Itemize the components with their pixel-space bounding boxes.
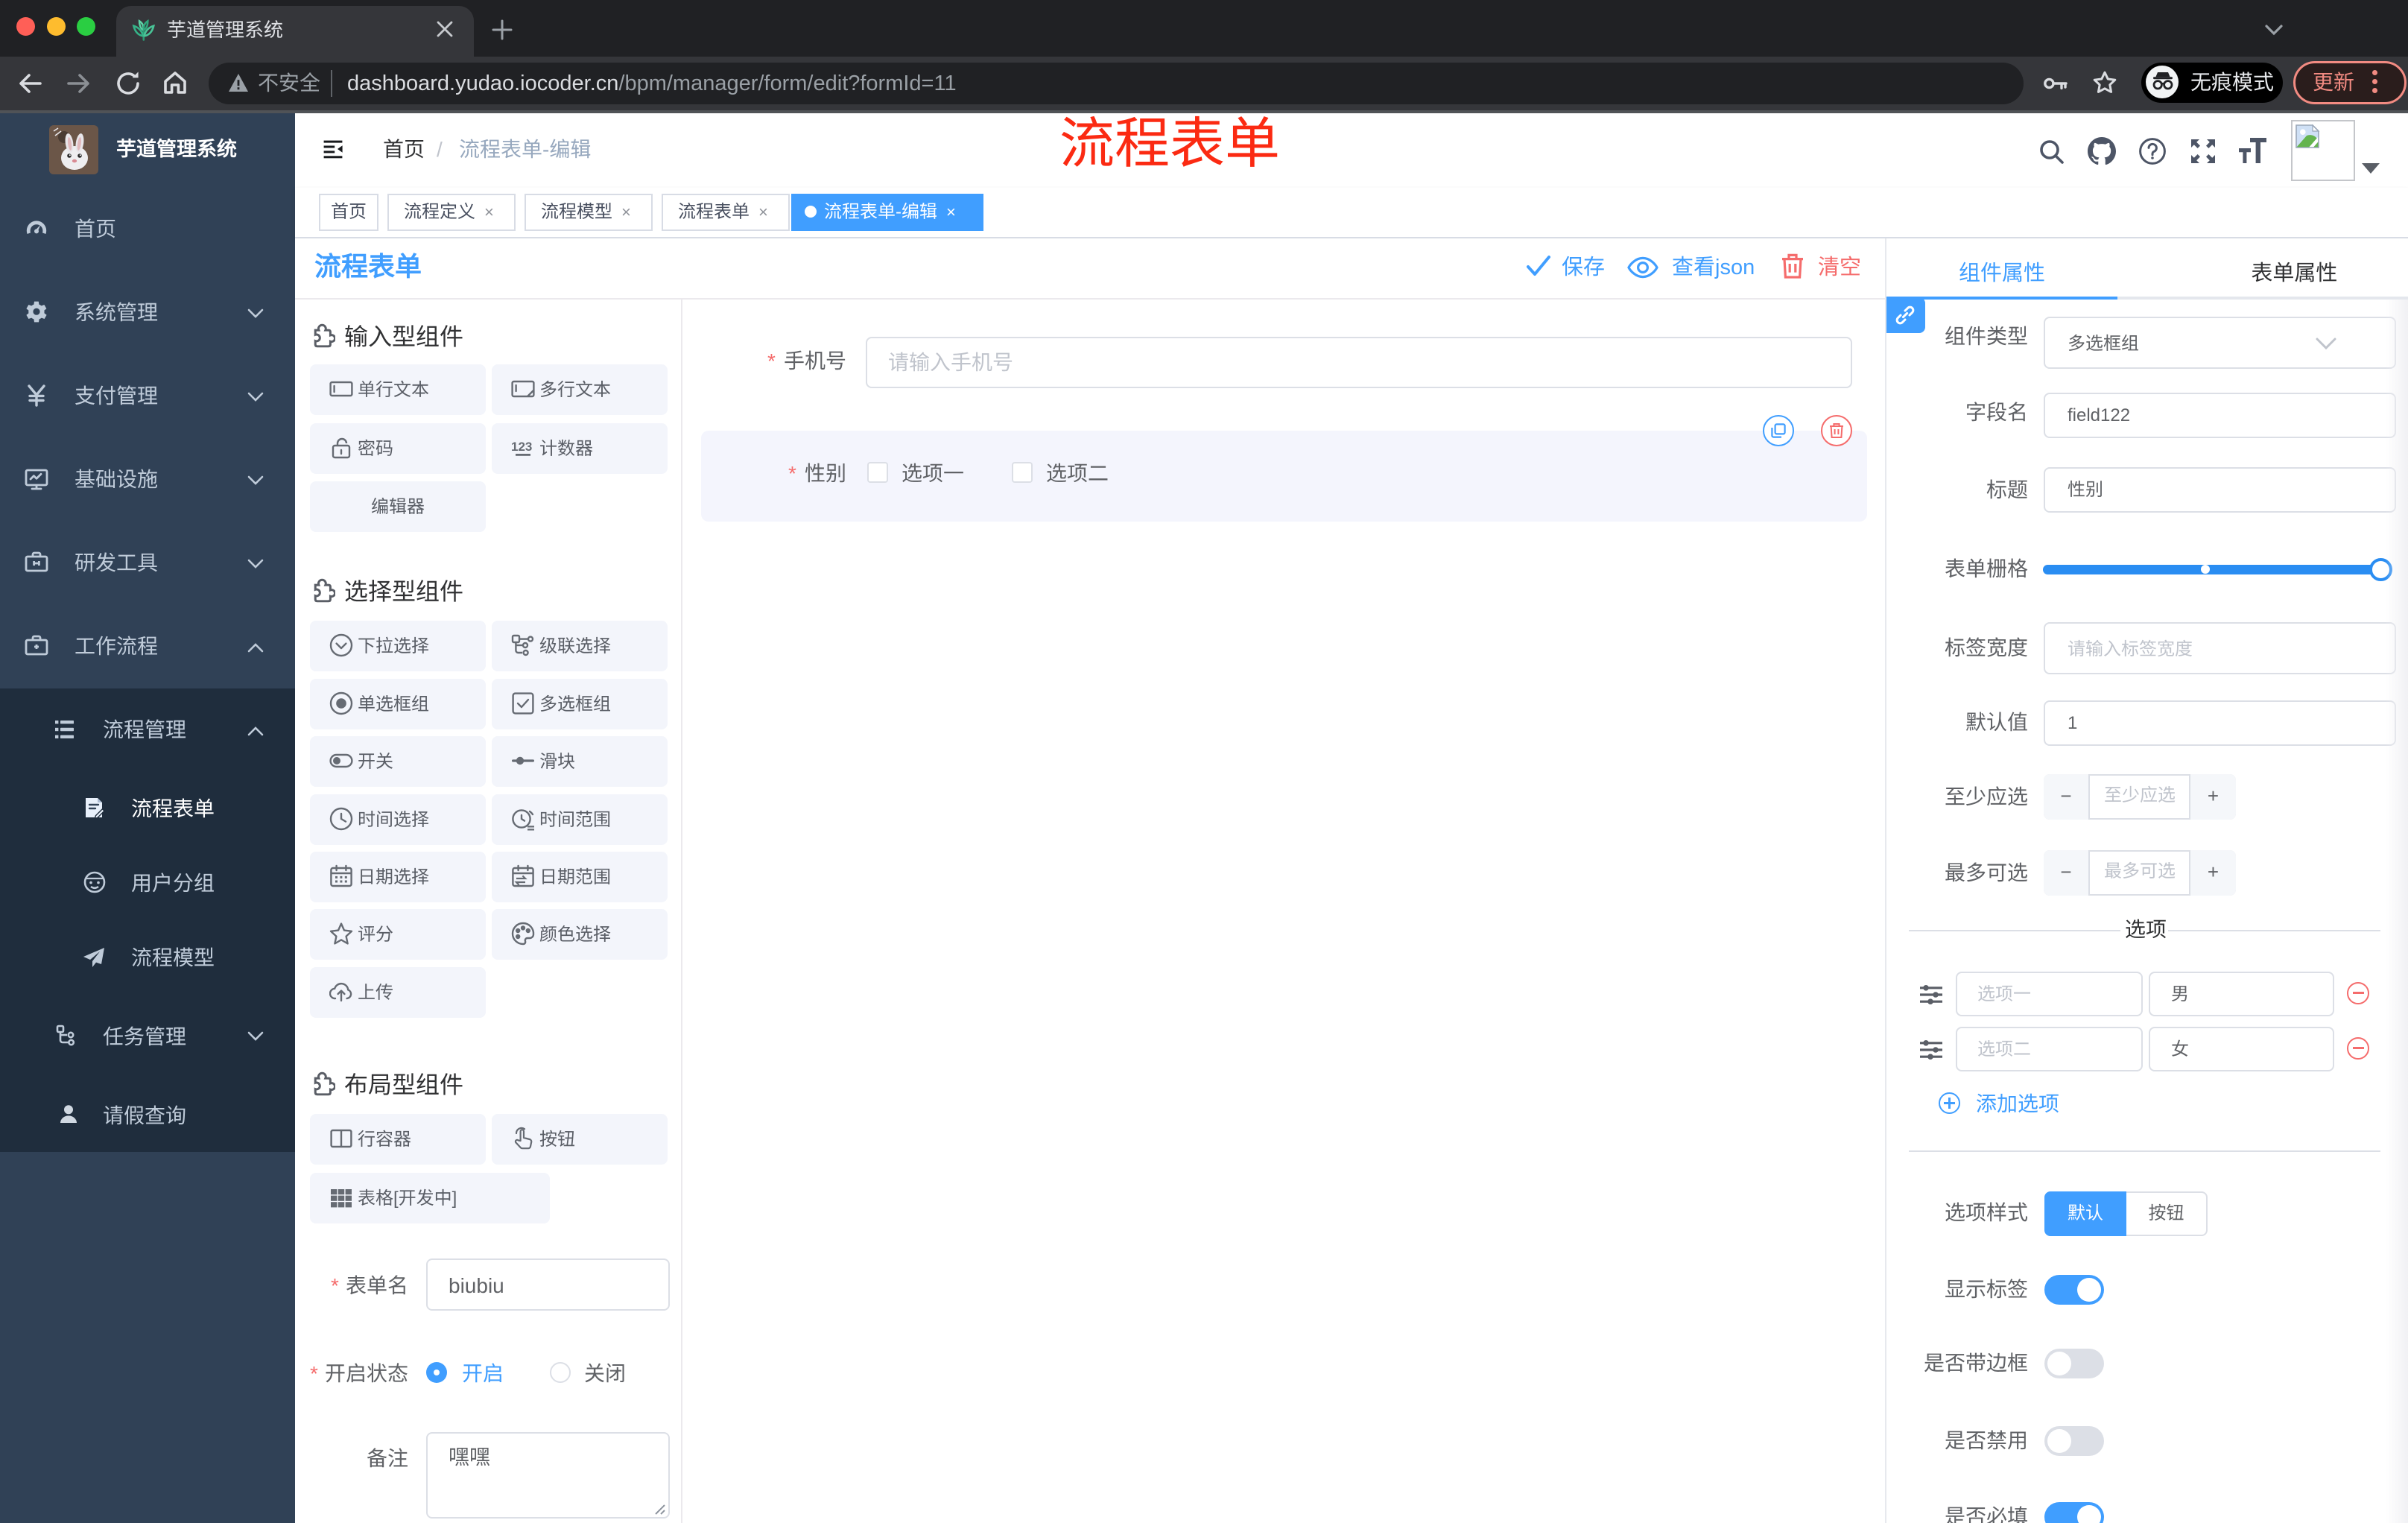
svg-text:123: 123 xyxy=(511,440,532,454)
